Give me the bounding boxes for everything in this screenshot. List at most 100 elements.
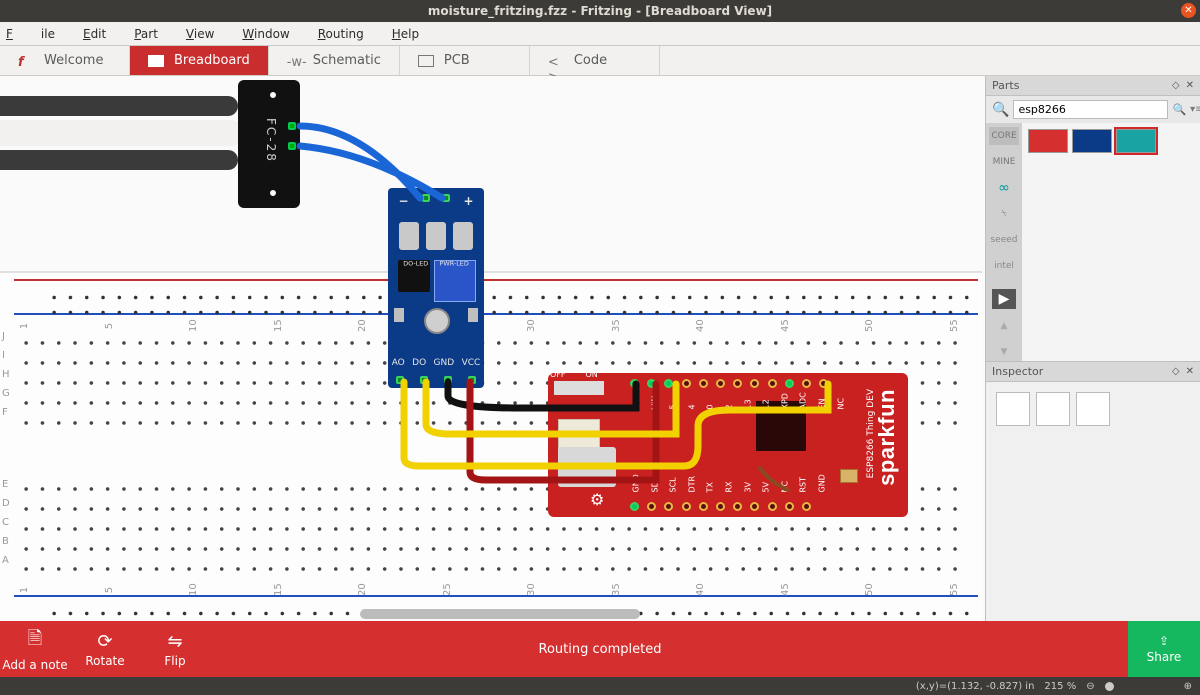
parts-search-input[interactable] <box>1013 100 1168 119</box>
tab-welcome[interactable]: f Welcome <box>0 46 130 75</box>
horizontal-scrollbar[interactable] <box>360 609 640 619</box>
zoom-in-button[interactable]: ⊕ <box>1184 681 1192 692</box>
rotate-icon: ⟳ <box>97 631 112 652</box>
menu-help[interactable]: Help <box>392 27 419 41</box>
inspector-panel: Inspector ◇ ✕ <box>986 361 1200 621</box>
inspector-title: Inspector <box>992 365 1043 378</box>
antenna-connector <box>840 469 858 483</box>
module-top-pin1[interactable] <box>422 194 430 202</box>
panel-close-icon[interactable]: ✕ <box>1186 80 1194 91</box>
probe-pin-2[interactable] <box>288 142 296 150</box>
cursor-coordinates: (x,y)=(1.132, -0.827) in <box>916 681 1035 692</box>
flip-icon: ⇋ <box>167 631 182 652</box>
module-label-vcc: VCC <box>462 358 481 368</box>
window-close-button[interactable]: ✕ <box>1181 3 1196 18</box>
module-pin-do[interactable] <box>420 376 428 384</box>
board-subtitle: ESP8266 Thing DEV <box>866 389 876 478</box>
note-icon: 🗎 <box>28 626 42 656</box>
inspector-close-icon[interactable]: ✕ <box>1186 366 1194 377</box>
parts-bin-mine[interactable]: MINE <box>989 153 1019 171</box>
menu-edit[interactable]: Edit <box>83 27 106 41</box>
inspector-swatch-3[interactable] <box>1076 392 1110 426</box>
rotate-button[interactable]: ⟳ Rotate <box>70 621 140 677</box>
module-pin-vcc[interactable] <box>468 376 476 384</box>
parts-bin-down[interactable]: ▼ <box>989 343 1019 361</box>
parts-bin-core[interactable]: CORE <box>989 127 1019 145</box>
zoom-reset-button[interactable] <box>1105 682 1114 691</box>
menu-bar: File Edit Part View Window Routing Help <box>0 22 1200 46</box>
share-button[interactable]: ⇪ Share <box>1128 621 1200 677</box>
window-titlebar: moisture_fritzing.fzz - Fritzing - [Brea… <box>0 0 1200 22</box>
parts-bin-intel[interactable]: intel <box>989 257 1019 275</box>
search-menu-icon[interactable]: ▾≡ <box>1190 104 1200 115</box>
module-label-ao: AO <box>392 358 405 368</box>
parts-bin-next[interactable]: ▶ <box>992 289 1016 309</box>
module-pin-gnd[interactable] <box>444 376 452 384</box>
zoom-value: 215 % <box>1044 681 1076 692</box>
module-label-gnd: GND <box>434 358 455 368</box>
tab-code[interactable]: < > Code <box>530 46 660 75</box>
breadboard-icon <box>148 55 164 67</box>
sparkfun-logo: sparkfun <box>874 389 900 486</box>
fritzing-icon: f <box>18 55 34 67</box>
schematic-icon: -ᴡ- <box>287 55 303 67</box>
tab-breadboard[interactable]: Breadboard <box>130 46 269 75</box>
add-note-button[interactable]: 🗎 Add a note <box>0 621 70 677</box>
status-bar: (x,y)=(1.132, -0.827) in 215 % ⊖ ⊕ <box>0 677 1200 695</box>
code-icon: < > <box>548 55 564 67</box>
view-tabs: f Welcome Breadboard -ᴡ- Schematic PCB <… <box>0 46 1200 76</box>
module-minus: − <box>398 194 408 208</box>
module-pin-ao[interactable] <box>396 376 404 384</box>
breadboard-canvas[interactable]: 1510152025303540455055 15101520253035404… <box>0 76 985 621</box>
parts-bin-seeed[interactable]: seeed <box>989 231 1019 249</box>
parts-results <box>1022 123 1200 361</box>
tab-breadboard-label: Breadboard <box>174 53 250 68</box>
header-top-labels: GNDVIN54021312XPDADCENNC <box>630 399 847 408</box>
menu-part[interactable]: Part <box>134 27 158 41</box>
probe-pin-1[interactable] <box>288 122 296 130</box>
panel-undock-icon[interactable]: ◇ <box>1172 80 1180 91</box>
part-result-3[interactable] <box>1116 129 1156 153</box>
tab-pcb[interactable]: PCB <box>400 46 530 75</box>
search-go-icon[interactable]: 🔍 <box>1172 103 1186 116</box>
inspector-swatch-1[interactable] <box>996 392 1030 426</box>
parts-bin-up[interactable]: ▲ <box>989 317 1019 335</box>
tab-pcb-label: PCB <box>444 53 470 68</box>
inspector-undock-icon[interactable]: ◇ <box>1172 366 1180 377</box>
module-label-do: DO <box>412 358 426 368</box>
menu-view[interactable]: View <box>186 27 214 41</box>
probe-label: FC-28 <box>264 118 278 163</box>
pwr-led <box>468 308 478 322</box>
do-led <box>394 308 404 322</box>
part-result-2[interactable] <box>1072 129 1112 153</box>
tab-code-label: Code <box>574 53 607 68</box>
tab-welcome-label: Welcome <box>44 53 103 68</box>
module-top-pin2[interactable] <box>442 194 450 202</box>
menu-routing[interactable]: Routing <box>318 27 364 41</box>
breadboard-ruler-bot: 1510152025303540455055 <box>0 583 982 597</box>
search-icon: 🔍 <box>992 102 1009 118</box>
menu-file[interactable]: File <box>6 27 55 41</box>
parts-panel: Parts ◇✕ 🔍 🔍 ▾≡ CORE MINE ∞ ⍀ seeed inte… <box>986 76 1200 361</box>
module-plus: + <box>463 194 473 208</box>
pcb-icon <box>418 55 434 67</box>
bottom-toolbar: 🗎 Add a note ⟳ Rotate ⇋ Flip Routing com… <box>0 621 1200 677</box>
soil-moisture-probe[interactable]: FC-28 <box>0 80 300 208</box>
row-letters-top: FGHIJ <box>2 331 10 418</box>
menu-window[interactable]: Window <box>242 27 289 41</box>
flip-button[interactable]: ⇋ Flip <box>140 621 210 677</box>
sparkfun-esp8266-thing-dev[interactable]: OFFON ⚙ sparkfun ESP8266 Thing DEV GNDVI… <box>548 373 908 517</box>
share-icon: ⇪ <box>1159 634 1169 648</box>
parts-bin-pcb[interactable]: ⍀ <box>989 205 1019 223</box>
zoom-out-button[interactable]: ⊖ <box>1086 681 1094 692</box>
window-title: moisture_fritzing.fzz - Fritzing - [Brea… <box>428 4 772 18</box>
tab-schematic[interactable]: -ᴡ- Schematic <box>269 46 400 75</box>
parts-bin-arduino[interactable]: ∞ <box>989 179 1019 197</box>
part-result-1[interactable] <box>1028 129 1068 153</box>
moisture-sensor-module[interactable]: − + DO-LED PWR-LED AO DO GND VCC <box>388 188 484 388</box>
gear-icon: ⚙ <box>590 490 604 509</box>
header-top[interactable] <box>630 379 828 388</box>
power-switch[interactable] <box>554 381 604 395</box>
inspector-swatch-2[interactable] <box>1036 392 1070 426</box>
header-bot[interactable] <box>630 502 811 511</box>
